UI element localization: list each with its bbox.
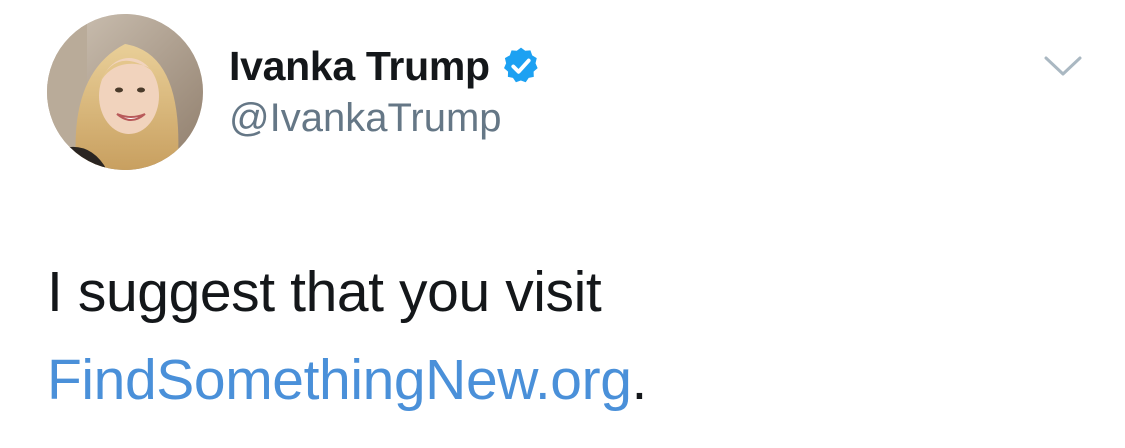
tweet-text: I suggest that you visit FindSomethingNe… xyxy=(47,248,1087,424)
tweet-card: Ivanka Trump @IvankaTrump I suggest that… xyxy=(0,0,1125,448)
tweet-trailing-punctuation: . xyxy=(631,348,648,412)
author-display-name[interactable]: Ivanka Trump xyxy=(229,43,490,90)
author-name-row: Ivanka Trump xyxy=(229,41,542,91)
tweet-text-line-2: FindSomethingNew.org. xyxy=(47,336,1087,424)
chevron-down-icon[interactable] xyxy=(1043,52,1083,80)
tweet-text-line: I suggest that you visit xyxy=(47,260,602,324)
author-handle[interactable]: @IvankaTrump xyxy=(229,96,502,141)
avatar[interactable] xyxy=(47,14,203,170)
tweet-link[interactable]: FindSomethingNew.org xyxy=(47,348,632,412)
verified-badge-icon xyxy=(500,45,542,87)
